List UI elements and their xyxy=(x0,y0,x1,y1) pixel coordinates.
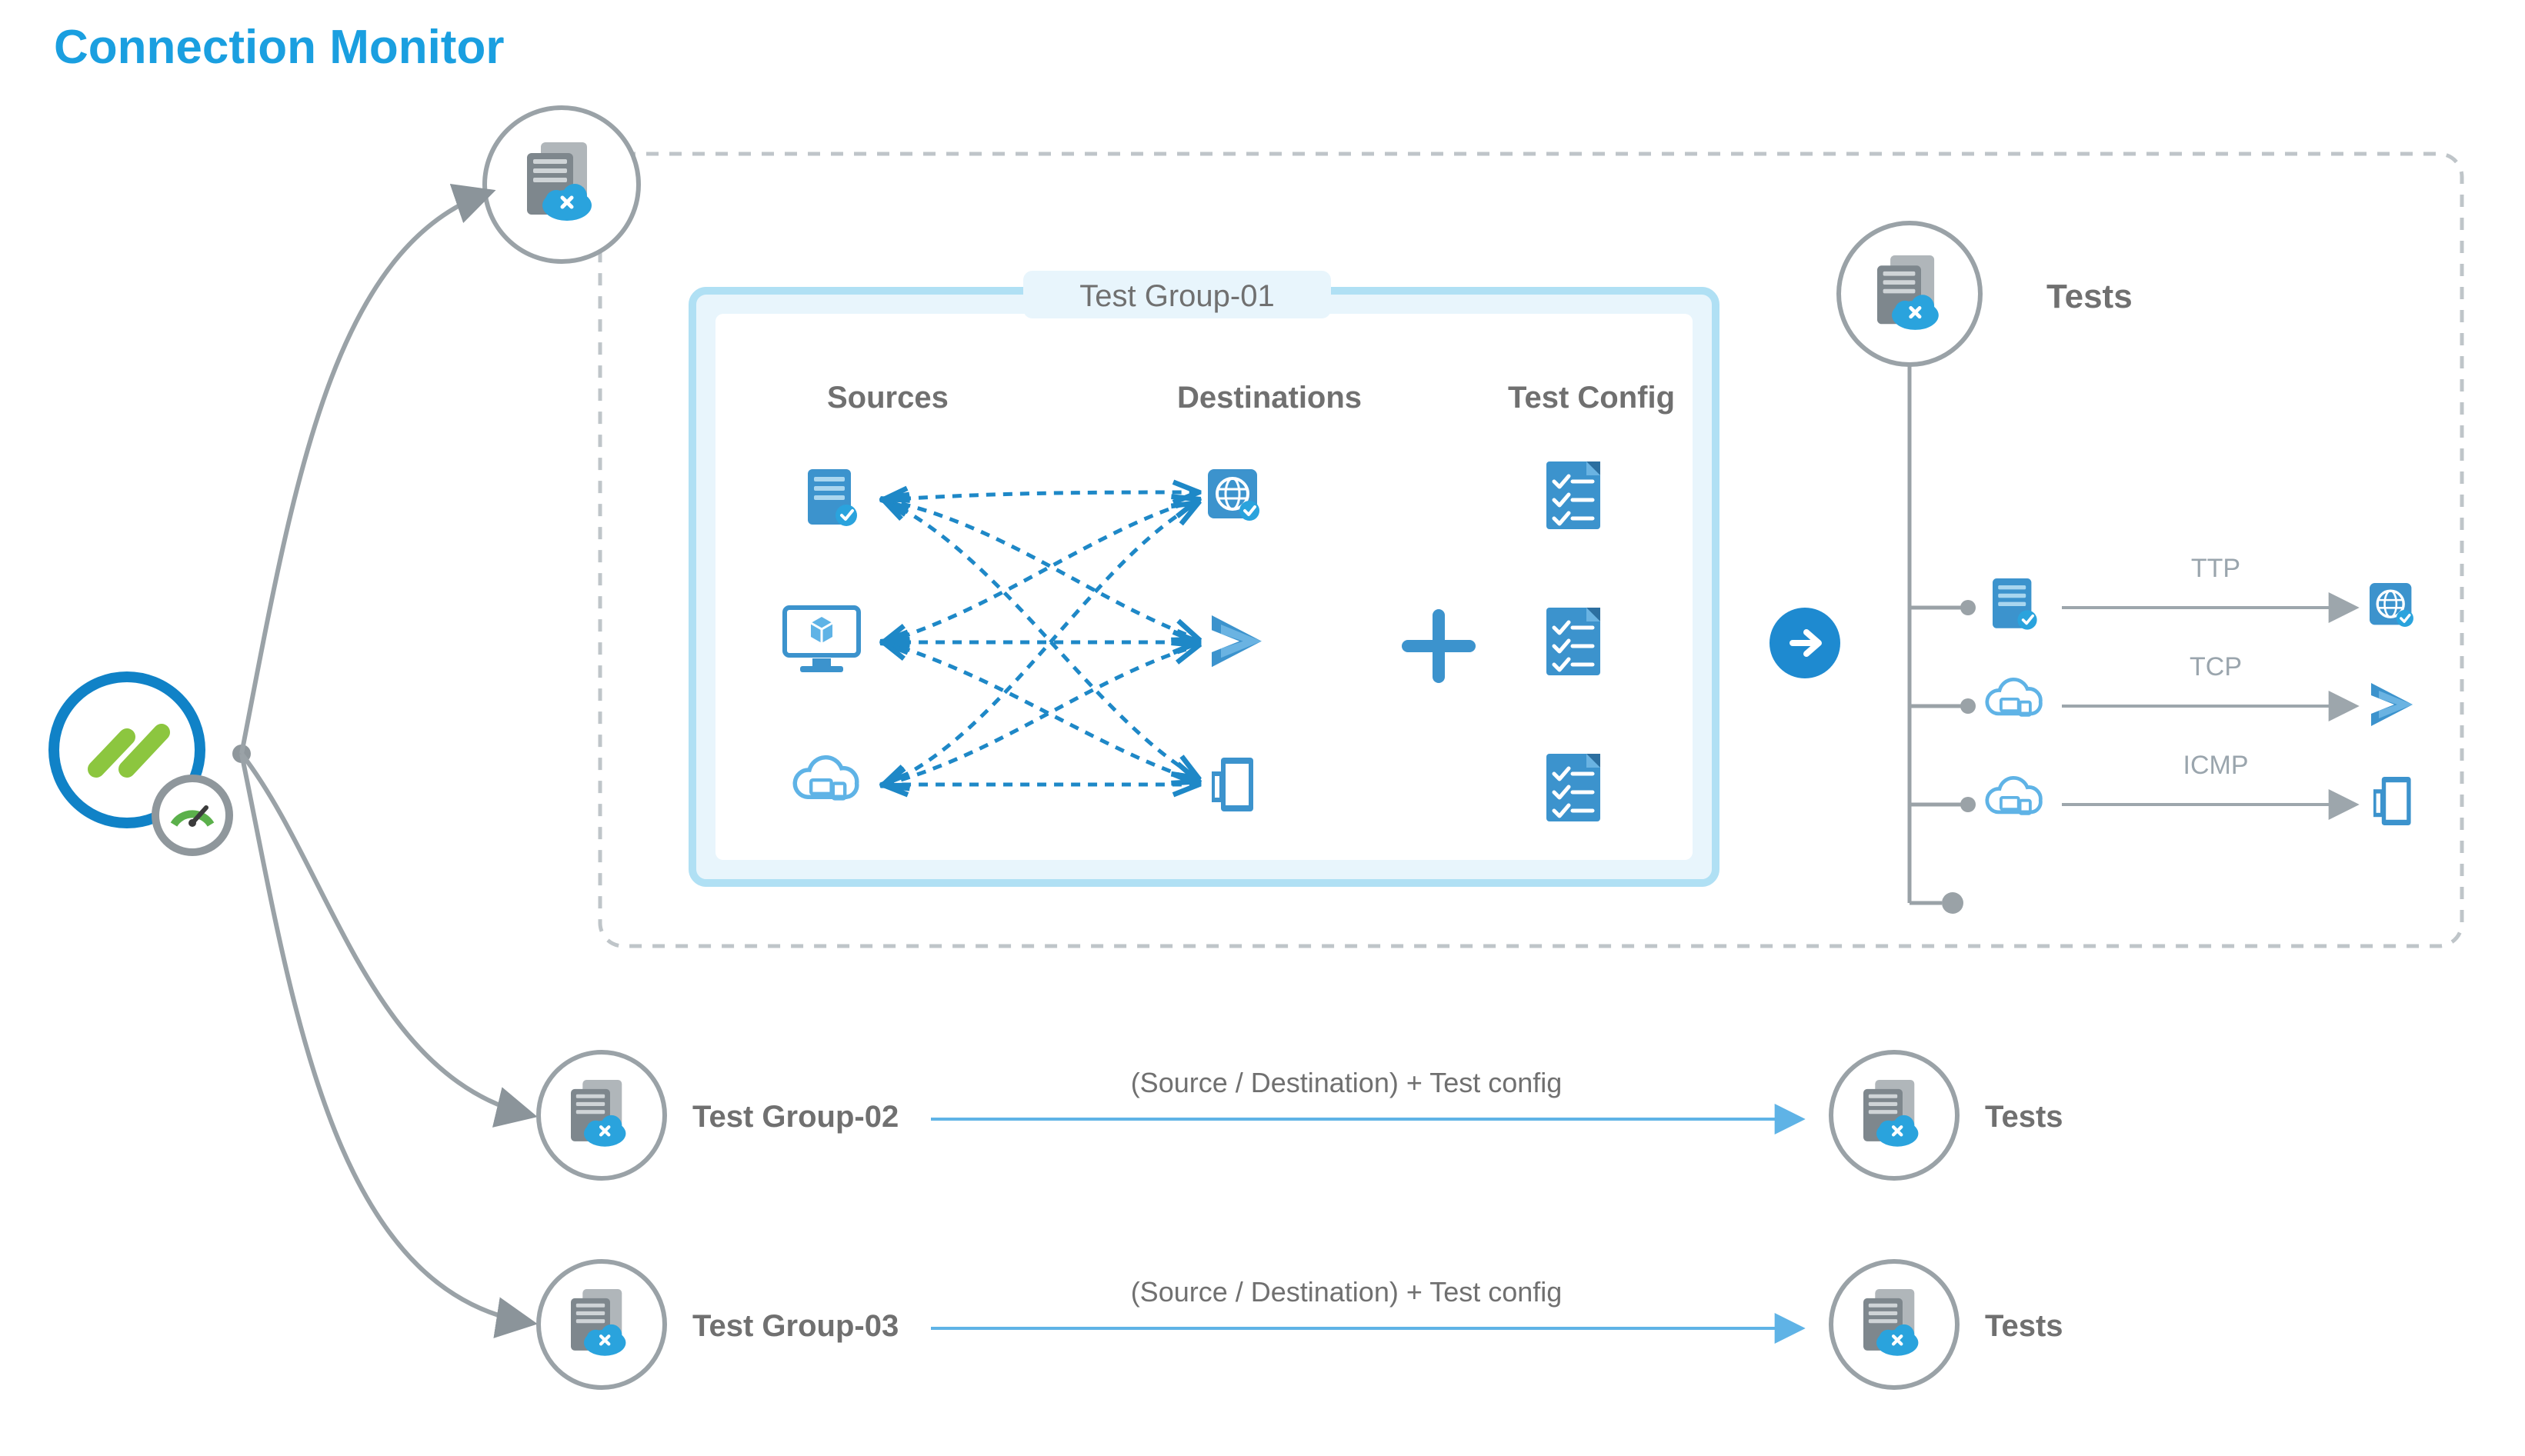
sources-header: Sources xyxy=(827,381,949,415)
tests-row-1-source-icon xyxy=(1993,578,2037,630)
test-group-01-box: Test Group-01 Sources Destinations Test … xyxy=(692,271,1716,883)
test-group-03-label: Test Group-03 xyxy=(692,1309,899,1343)
page-title: Connection Monitor xyxy=(54,21,504,74)
test-config-icon-2 xyxy=(1546,608,1600,675)
tests-row-3-source-icon xyxy=(1987,778,2041,813)
arrow-circle-icon xyxy=(1770,608,1840,678)
test-group-02-middle-label: (Source / Destination) + Test config xyxy=(1131,1067,1563,1098)
test-config-header: Test Config xyxy=(1508,381,1675,415)
server-cloud-icon xyxy=(571,1080,625,1147)
test-group-02-row: Test Group-02 (Source / Destination) + T… xyxy=(539,1052,2063,1178)
test-group-03-row: Test Group-03 (Source / Destination) + T… xyxy=(539,1261,2063,1388)
connector-root-to-tg3 xyxy=(242,754,531,1323)
tests-row-1-protocol: TTP xyxy=(2191,554,2240,583)
root-monitor-node xyxy=(54,677,251,852)
test-config-icon-1 xyxy=(1546,461,1600,529)
tests-tree: Tests TTP TCP xyxy=(1839,223,2413,914)
connector-root-to-tg1 xyxy=(242,192,489,754)
server-cloud-icon xyxy=(527,142,592,221)
source-server-icon xyxy=(808,469,857,526)
destinations-header: Destinations xyxy=(1177,381,1362,415)
tests-row-2-dest-icon xyxy=(2371,683,2413,726)
tests-row-3-dest-icon xyxy=(2373,777,2411,825)
test-group-02-tests-label: Tests xyxy=(1985,1100,2063,1134)
server-cloud-icon xyxy=(1863,1289,1918,1356)
tests-row-2-source-icon xyxy=(1987,679,2041,715)
server-cloud-icon xyxy=(571,1289,625,1356)
test-group-01-label: Test Group-01 xyxy=(1079,279,1274,313)
test-config-icon-3 xyxy=(1546,754,1600,821)
server-cloud-icon xyxy=(1877,255,1939,330)
tests-row-3-protocol: ICMP xyxy=(2183,751,2249,780)
tests-label-top: Tests xyxy=(2046,278,2133,315)
test-group-01-server-node xyxy=(485,108,639,262)
test-group-03-tests-label: Tests xyxy=(1985,1309,2063,1343)
destination-globe-icon xyxy=(1208,469,1259,521)
test-group-03-middle-label: (Source / Destination) + Test config xyxy=(1131,1276,1563,1308)
tests-row-2-protocol: TCP xyxy=(2190,652,2242,681)
server-cloud-icon xyxy=(1863,1080,1918,1147)
diagram-canvas: Connection Monitor xyxy=(0,0,2525,1456)
connector-root-to-tg2 xyxy=(242,754,531,1115)
test-group-02-label: Test Group-02 xyxy=(692,1100,899,1134)
tests-row-1-dest-icon xyxy=(2370,583,2413,627)
